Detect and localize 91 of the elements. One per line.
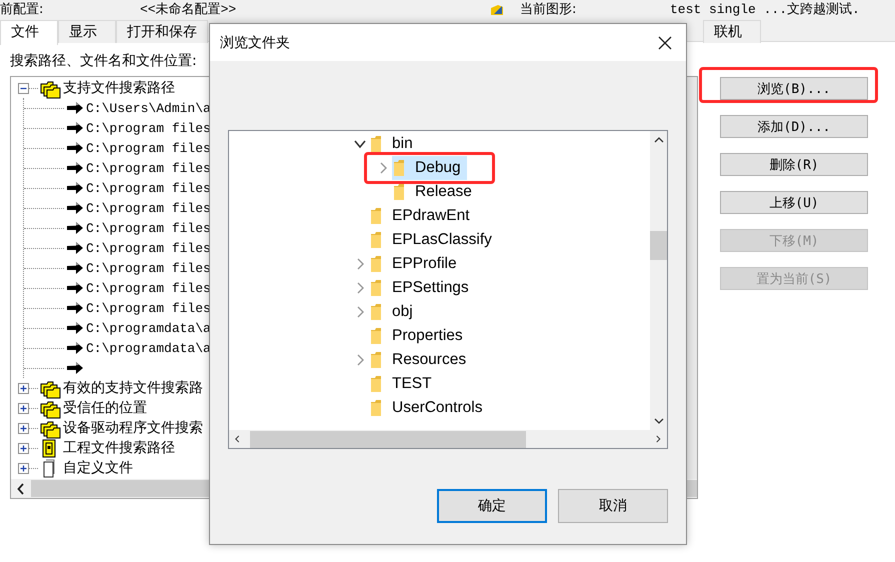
tab[interactable]: 文件 [0, 20, 58, 45]
action-button[interactable]: 删除(R) [720, 153, 868, 176]
tree-item[interactable]: 自定义文件 [63, 459, 133, 477]
drawing-icon [490, 4, 504, 16]
scroll-down-icon[interactable] [654, 418, 664, 424]
folder-icon [393, 183, 405, 201]
path-item[interactable]: C:\programdata\a [86, 340, 211, 356]
path-item[interactable]: C:\program files [86, 140, 211, 156]
action-button[interactable]: 上移(U) [720, 191, 868, 214]
dialog-button[interactable]: 取消 [558, 489, 668, 523]
action-button[interactable]: 浏览(B)... [720, 77, 868, 100]
path-item[interactable]: C:\program files [86, 160, 211, 176]
arrow-icon [66, 119, 84, 137]
expand-icon[interactable] [18, 422, 29, 434]
scrollbar-thumb[interactable] [250, 430, 526, 448]
tab[interactable]: 打开和保存 [116, 20, 208, 43]
arrow-icon [66, 199, 84, 217]
arrow-icon [66, 99, 84, 117]
folder-icon [370, 327, 382, 345]
arrow-icon [66, 359, 84, 377]
tree-item[interactable]: 支持文件搜索路径 [63, 79, 175, 97]
tab[interactable]: 联机 [703, 20, 761, 43]
folder-icon [370, 399, 382, 417]
dialog-button[interactable]: 确定 [437, 489, 547, 523]
horizontal-scrollbar[interactable] [229, 430, 667, 448]
folder-icon [370, 351, 382, 369]
folder-icon [370, 255, 382, 273]
arrow-icon [66, 239, 84, 257]
vertical-scrollbar[interactable] [650, 131, 667, 430]
tree-item[interactable]: 设备驱动程序文件搜索 [63, 419, 203, 437]
arrow-icon [66, 319, 84, 337]
expand-icon[interactable] [18, 442, 29, 454]
collapse-icon[interactable] [18, 82, 29, 94]
folder-item[interactable]: Properties [369, 324, 469, 348]
action-button[interactable]: 添加(D)... [720, 115, 868, 138]
folder-icon [370, 207, 382, 225]
arrow-icon [66, 299, 84, 317]
path-item[interactable]: C:\program files [86, 200, 211, 216]
arrow-icon [66, 259, 84, 277]
scroll-right-icon[interactable] [656, 434, 661, 444]
path-item[interactable]: C:\program files [86, 300, 211, 316]
expand-icon[interactable] [18, 382, 29, 394]
path-item[interactable]: C:\program files [86, 240, 211, 256]
folder-item[interactable]: UserControls [369, 396, 488, 420]
dialog-title: 浏览文件夹 [220, 34, 290, 52]
scroll-left-icon[interactable] [17, 482, 25, 494]
folder-item[interactable]: EPLasClassify [369, 228, 498, 252]
config-label: 前配置: [0, 2, 44, 18]
folder-icon [370, 375, 382, 393]
folder-icon [370, 279, 382, 297]
tree-item[interactable]: 工程文件搜索路径 [63, 439, 175, 457]
folder-item[interactable]: EPSettings [369, 276, 475, 300]
folder-item[interactable]: EPdrawEnt [369, 204, 476, 228]
arrow-icon [66, 159, 84, 177]
folder-item[interactable]: Release [392, 180, 478, 204]
config-value: <<未命名配置>> [140, 2, 238, 18]
path-item[interactable]: C:\program files [86, 220, 211, 236]
folder-icon [393, 159, 405, 177]
folder-tree[interactable]: bin Debug Release EPdrawEnt EPLasClassify EPProfile EPSettings obj Properties Resources TEST UserControls [228, 130, 668, 449]
scroll-left-icon[interactable] [235, 434, 240, 444]
scrollbar-thumb[interactable] [650, 231, 667, 260]
arrow-icon [66, 339, 84, 357]
folder-item[interactable]: EPProfile [369, 252, 463, 276]
folder-item[interactable]: Debug [392, 156, 467, 180]
folder-icon [370, 135, 382, 153]
folder-icon [370, 231, 382, 249]
folder-item[interactable]: bin [369, 132, 419, 156]
arrow-icon [66, 219, 84, 237]
folder-item[interactable]: obj [369, 300, 419, 324]
tab[interactable]: 显示 [58, 20, 116, 43]
expand-icon[interactable] [18, 402, 29, 414]
tree-item[interactable]: 受信任的位置 [63, 399, 147, 417]
path-item[interactable]: C:\programdata\a [86, 320, 211, 336]
path-item[interactable]: C:\program files [86, 180, 211, 196]
section-label: 搜索路径、文件名和文件位置: [10, 53, 197, 69]
arrow-icon [66, 179, 84, 197]
path-item[interactable]: C:\Users\Admin\a [86, 100, 211, 116]
folder-icon [370, 303, 382, 321]
path-item[interactable]: C:\program files [86, 280, 211, 296]
drawing-label: 当前图形: [520, 2, 578, 18]
scroll-up-icon[interactable] [654, 137, 664, 143]
drawing-value: test single ...文跨越测试. [670, 2, 860, 18]
path-item[interactable]: C:\program files [86, 260, 211, 276]
expand-icon[interactable] [18, 462, 29, 474]
arrow-icon [66, 139, 84, 157]
folder-item[interactable]: TEST [369, 372, 438, 396]
tree-item[interactable]: 有效的支持文件搜索路 [63, 379, 203, 397]
folder-item[interactable]: Resources [369, 348, 472, 372]
close-icon[interactable] [658, 36, 672, 50]
arrow-icon [66, 279, 84, 297]
path-item[interactable]: C:\program files [86, 120, 211, 136]
